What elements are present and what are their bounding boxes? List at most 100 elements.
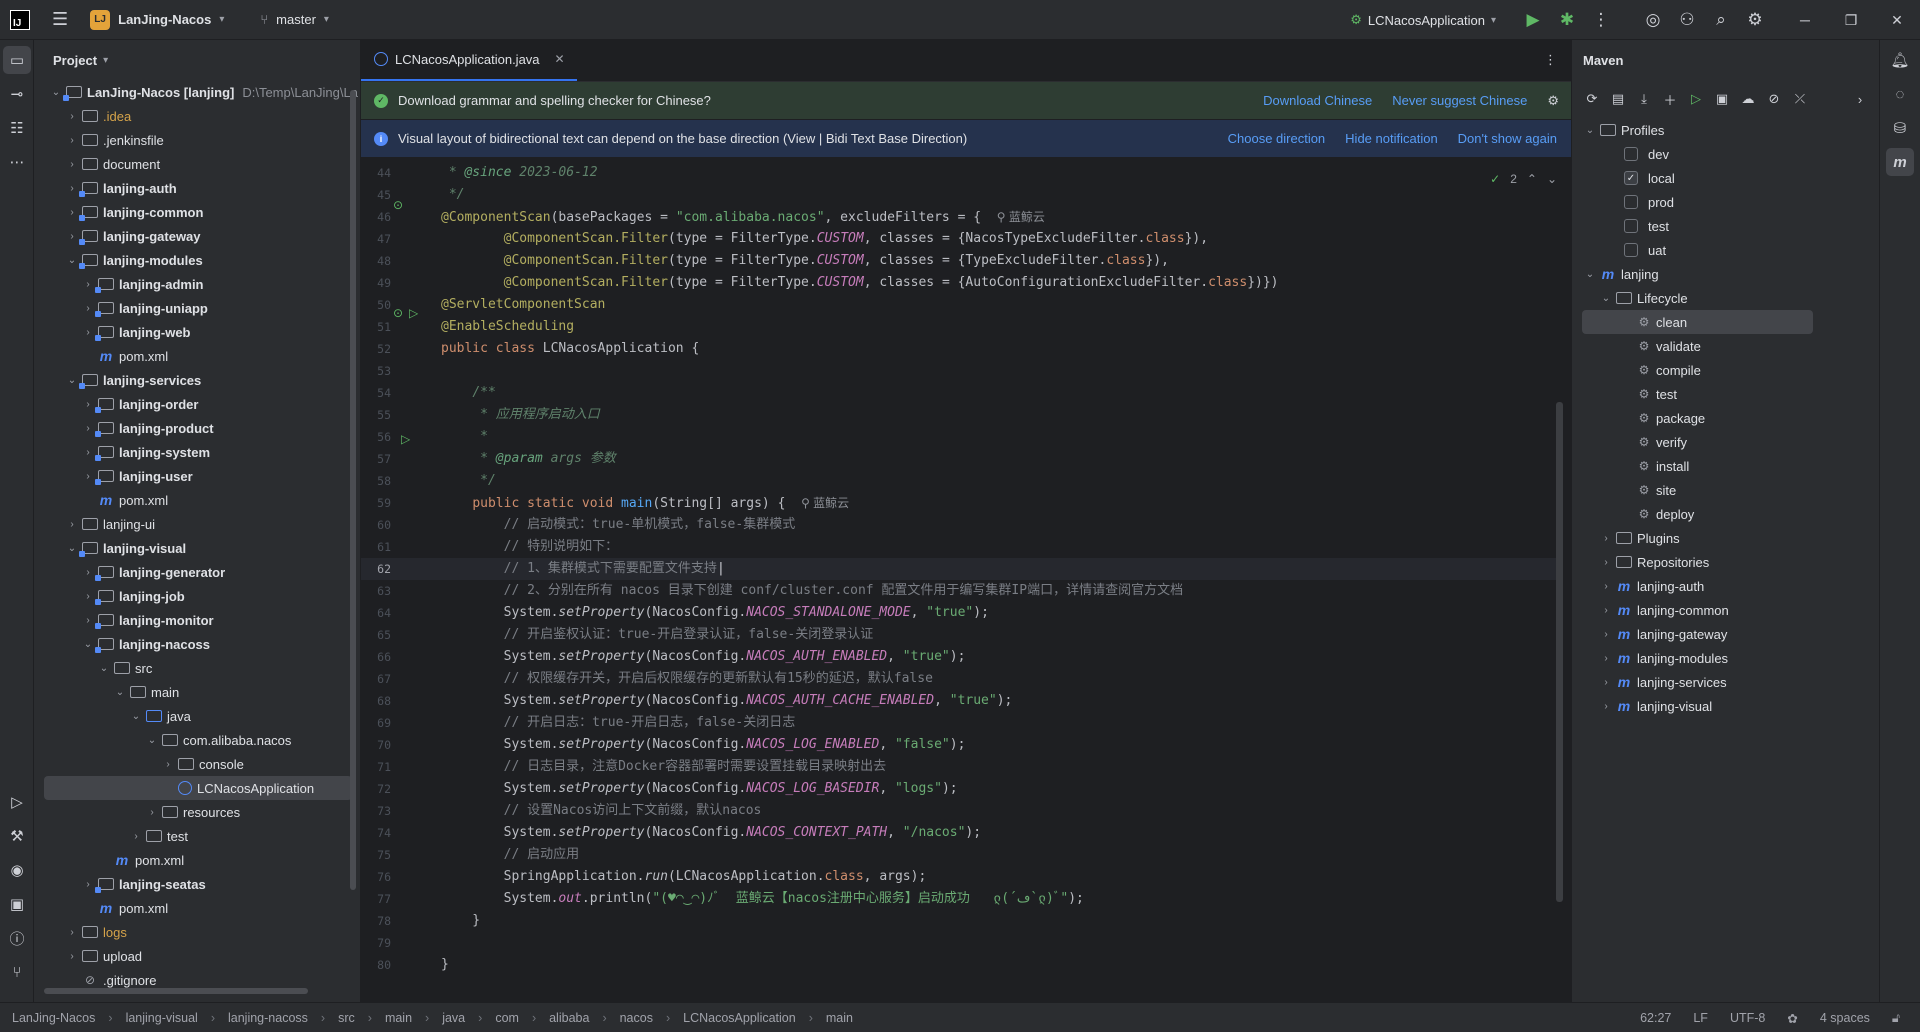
breadcrumb-item[interactable]: alibaba xyxy=(549,1011,589,1025)
tree-item[interactable]: › lanjing-gateway xyxy=(34,224,360,248)
chevron-right-icon[interactable]: › xyxy=(80,879,96,890)
editor-tab[interactable]: LCNacosApplication.java ✕ xyxy=(361,39,577,81)
tree-item[interactable]: › lanjing-web xyxy=(34,320,360,344)
code-text[interactable]: * @since 2023-06-12 */ @ComponentScan(ba… xyxy=(441,162,1551,1002)
breadcrumb-item[interactable]: main xyxy=(385,1011,412,1025)
chevron-right-icon[interactable]: › xyxy=(64,927,80,938)
tree-item[interactable]: › test xyxy=(34,824,360,848)
chevron-right-icon[interactable]: › xyxy=(144,807,160,818)
maven-module[interactable]: › m lanjing-visual xyxy=(1572,694,1879,718)
tree-item[interactable]: › lanjing-user xyxy=(34,464,360,488)
chevron-right-icon[interactable]: › xyxy=(80,327,96,338)
profile-checkbox[interactable] xyxy=(1624,195,1638,209)
maven-icon[interactable]: m xyxy=(1886,148,1914,176)
maven-module[interactable]: › m lanjing-gateway xyxy=(1572,622,1879,646)
tree-item[interactable]: ⌄ lanjing-modules xyxy=(34,248,360,272)
chevron-right-icon[interactable]: › xyxy=(1598,605,1614,616)
lifecycle-goal[interactable]: ⚙ clean xyxy=(1582,310,1813,334)
chevron-right-icon[interactable]: › xyxy=(1598,653,1614,664)
chevron-down-icon[interactable]: ⌄ xyxy=(80,639,96,650)
tree-item[interactable]: › lanjing-auth xyxy=(34,176,360,200)
chevron-down-icon[interactable]: ⌄ xyxy=(64,375,80,386)
breadcrumb-item[interactable]: src xyxy=(338,1011,355,1025)
lifecycle-goal[interactable]: ⚙ compile xyxy=(1572,358,1879,382)
chevron-right-icon[interactable]: › xyxy=(64,159,80,170)
chevron-right-icon[interactable]: › xyxy=(1850,89,1870,109)
tree-item[interactable]: › lanjing-product xyxy=(34,416,360,440)
maven-project[interactable]: ⌄ m lanjing xyxy=(1572,262,1879,286)
terminal-icon[interactable]: ▣ xyxy=(3,890,31,918)
maven-profiles[interactable]: ⌄ Profiles xyxy=(1572,118,1879,142)
run-gutter-icon[interactable]: ▷ xyxy=(409,306,418,320)
reload-icon[interactable]: ⟳ xyxy=(1582,89,1602,109)
commit-icon[interactable]: ⊸ xyxy=(3,80,31,108)
tree-item[interactable]: › lanjing-order xyxy=(34,392,360,416)
chevron-down-icon[interactable]: ⌄ xyxy=(1582,125,1598,136)
lifecycle-goal[interactable]: ⚙ verify xyxy=(1572,430,1879,454)
problems-icon[interactable]: ⓘ xyxy=(3,924,31,952)
project-selector[interactable]: LJ LanJing-Nacos ▾ xyxy=(90,9,224,30)
tree-item-selected[interactable]: LCNacosApplication xyxy=(44,776,352,800)
tree-item[interactable]: › .idea xyxy=(34,104,360,128)
spring-bean-icon[interactable]: ⊙ xyxy=(393,198,403,212)
editor-vertical-scrollbar[interactable] xyxy=(1556,402,1563,902)
breadcrumb-item[interactable]: com xyxy=(495,1011,519,1025)
more-tabs-icon[interactable]: ⋮ xyxy=(1544,52,1557,68)
chevron-down-icon[interactable]: ⌄ xyxy=(112,687,128,698)
hide-notification-link[interactable]: Hide notification xyxy=(1345,131,1438,146)
profile-uat[interactable]: uat xyxy=(1572,238,1879,262)
chevron-right-icon[interactable]: › xyxy=(80,591,96,602)
chevron-right-icon[interactable]: › xyxy=(64,951,80,962)
close-icon[interactable]: ✕ xyxy=(555,52,565,66)
project-folder-icon[interactable]: ▭ xyxy=(3,46,31,74)
execute-goal-icon[interactable]: ▣ xyxy=(1712,89,1732,109)
chevron-down-icon[interactable]: ⌄ xyxy=(1598,293,1614,304)
chevron-right-icon[interactable]: › xyxy=(80,615,96,626)
profile-checkbox[interactable] xyxy=(1624,147,1638,161)
chevron-right-icon[interactable]: › xyxy=(80,399,96,410)
code-area[interactable]: 44 45 46 47 48 49 50 51 52 53 54 55 56 57 58 59 60 61 62 63… xyxy=(361,162,1571,1002)
chevron-right-icon[interactable]: › xyxy=(80,303,96,314)
restore-icon[interactable]: ❐ xyxy=(1828,0,1874,40)
profile-test[interactable]: test xyxy=(1572,214,1879,238)
profile-checkbox[interactable] xyxy=(1624,219,1638,233)
branch-selector[interactable]: ⑂ master ▾ xyxy=(260,12,329,27)
chevron-right-icon[interactable]: › xyxy=(64,519,80,530)
generate-sources-icon[interactable]: ▤ xyxy=(1608,89,1628,109)
tree-item[interactable]: ⌄ src xyxy=(34,656,360,680)
tree-item[interactable]: › lanjing-ui xyxy=(34,512,360,536)
dont-show-again-link[interactable]: Don't show again xyxy=(1458,131,1557,146)
tree-item[interactable]: › logs xyxy=(34,920,360,944)
tree-item[interactable]: › lanjing-common xyxy=(34,200,360,224)
chevron-right-icon[interactable]: › xyxy=(80,423,96,434)
services-icon[interactable]: ◉ xyxy=(3,856,31,884)
notifications-bell-icon[interactable]: 🔔︎ xyxy=(1886,46,1914,74)
chevron-right-icon[interactable]: › xyxy=(1598,701,1614,712)
tree-item[interactable]: m pom.xml xyxy=(34,488,360,512)
tree-item[interactable]: › lanjing-system xyxy=(34,440,360,464)
lifecycle-goal[interactable]: ⚙ package xyxy=(1572,406,1879,430)
lock-icon[interactable]: 🔓︎ xyxy=(1892,1011,1900,1026)
tree-item[interactable]: m pom.xml xyxy=(34,896,360,920)
lifecycle-goal[interactable]: ⚙ validate xyxy=(1572,334,1879,358)
tree-item[interactable]: ⌄ java xyxy=(34,704,360,728)
chevron-down-icon[interactable]: ⌄ xyxy=(128,711,144,722)
tree-item[interactable]: m pom.xml xyxy=(34,848,360,872)
breadcrumb-item[interactable]: lanjing-visual xyxy=(126,1011,198,1025)
gear-icon[interactable]: ⚙ xyxy=(1547,93,1559,109)
tree-item[interactable]: › document xyxy=(34,152,360,176)
chevron-right-icon[interactable]: › xyxy=(128,831,144,842)
maven-module[interactable]: › m lanjing-services xyxy=(1572,670,1879,694)
tree-item[interactable]: › lanjing-seatas xyxy=(34,872,360,896)
run-tool-icon[interactable]: ▷ xyxy=(3,788,31,816)
add-icon[interactable]: ＋ xyxy=(1660,89,1680,109)
search-icon[interactable]: ⌕ xyxy=(1704,3,1738,37)
tree-item[interactable]: › lanjing-monitor xyxy=(34,608,360,632)
tree-item[interactable]: ⌄ lanjing-visual xyxy=(34,536,360,560)
database-icon[interactable]: ⛁ xyxy=(1886,114,1914,142)
chevron-right-icon[interactable]: › xyxy=(1598,533,1614,544)
tree-item[interactable]: ⌄ lanjing-nacoss xyxy=(34,632,360,656)
profile-dev[interactable]: dev xyxy=(1572,142,1879,166)
structure-icon[interactable]: ☷ xyxy=(3,114,31,142)
never-suggest-link[interactable]: Never suggest Chinese xyxy=(1392,93,1527,108)
